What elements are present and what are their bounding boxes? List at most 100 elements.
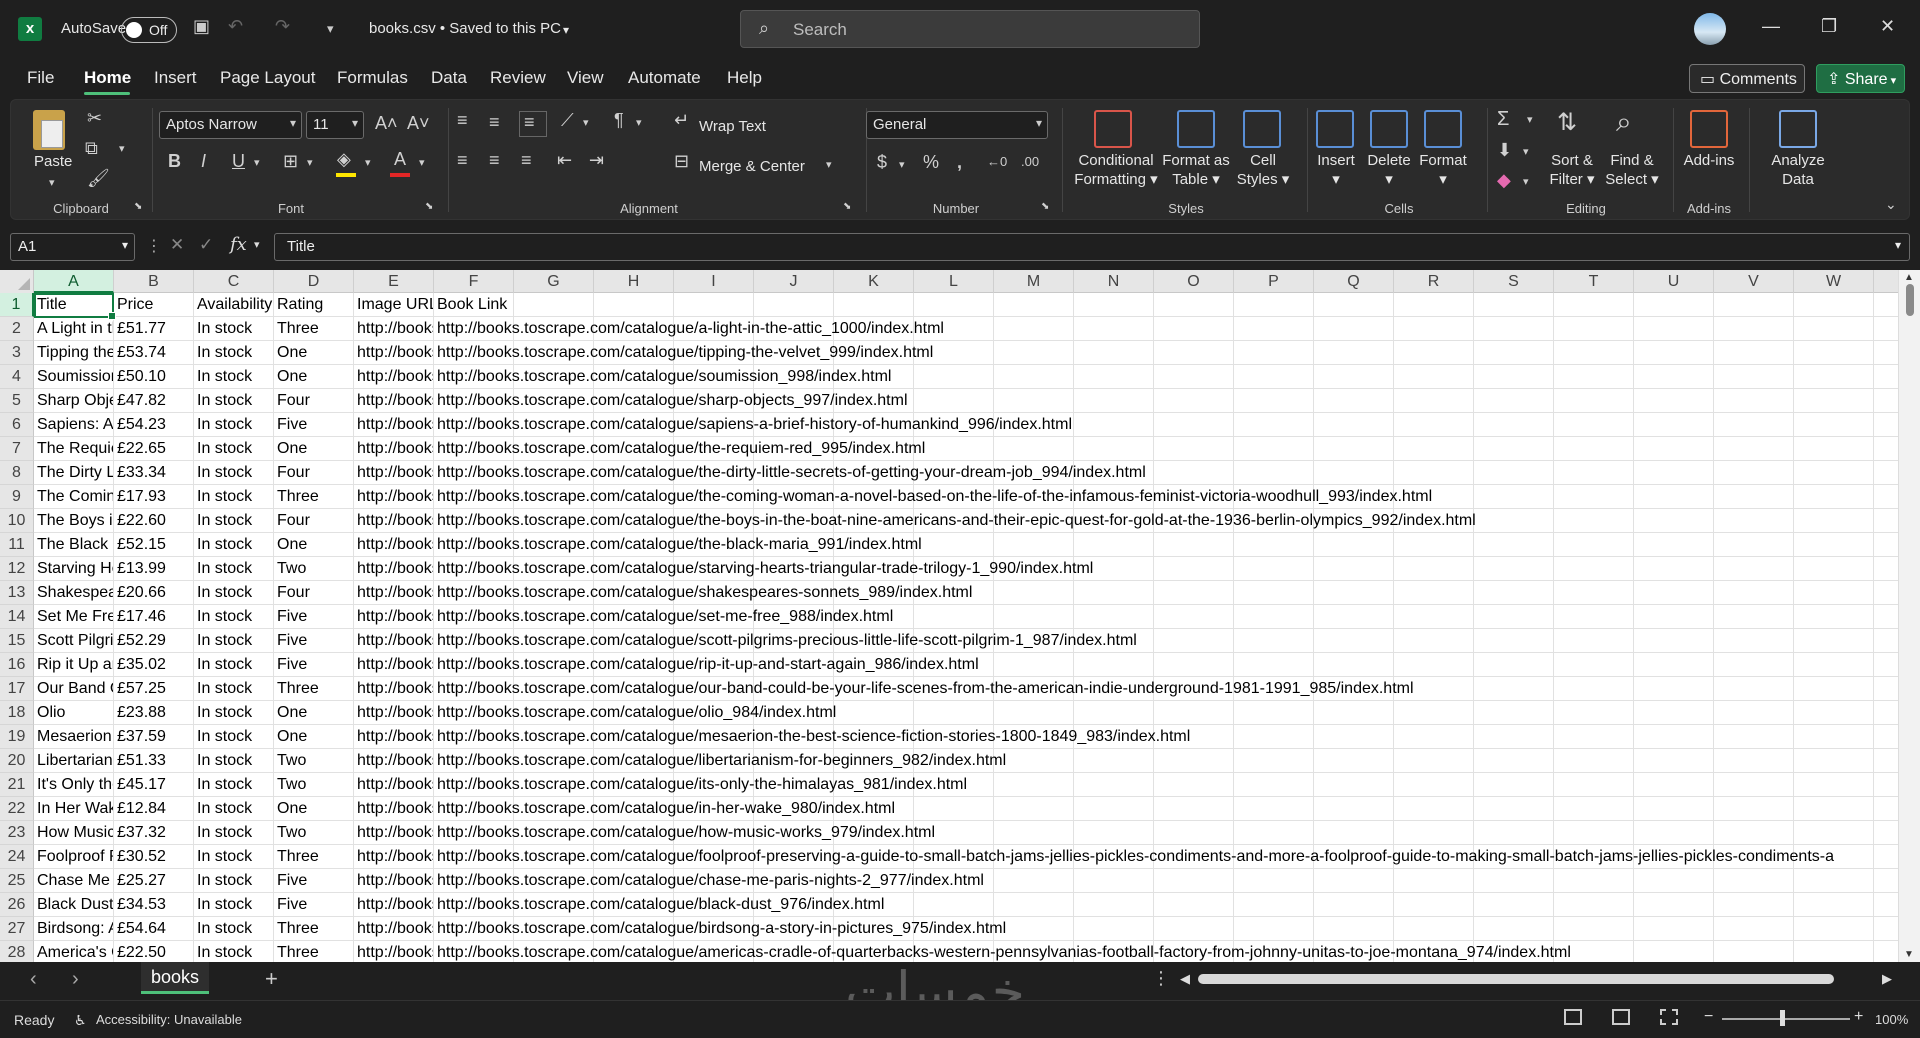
cell-c[interactable]: In stock [194,725,274,749]
sort-filter-icon[interactable]: ⇅ [1557,108,1577,137]
cell-b[interactable]: Price [114,293,194,317]
cell-e[interactable]: http://books.toscrape.com/ [354,869,434,893]
cell-b[interactable]: £20.66 [114,581,194,605]
cell-d[interactable]: Three [274,677,354,701]
cell-b[interactable]: £34.53 [114,893,194,917]
conditional-formatting-button[interactable]: Conditional Formatting ▾ [1066,151,1166,189]
underline-icon[interactable]: U [232,151,245,172]
cell-c[interactable]: In stock [194,509,274,533]
comma-style-icon[interactable]: , [957,152,962,173]
cell-e[interactable]: http://books.toscrape.com/ [354,533,434,557]
page-break-view-icon[interactable] [1660,1009,1678,1025]
cell-c[interactable]: In stock [194,557,274,581]
cell-a[interactable]: How Music Works [34,821,114,845]
cell-f[interactable]: http://books.toscrape.com/catalogue/our-… [434,677,1898,701]
tab-automate[interactable]: Automate [628,68,701,88]
clear-chevron-icon[interactable]: ▾ [1523,175,1529,188]
cell-c[interactable]: In stock [194,773,274,797]
cell-b[interactable]: £35.02 [114,653,194,677]
row-header[interactable]: 11 [0,533,34,557]
cell-f[interactable]: http://books.toscrape.com/catalogue/shak… [434,581,1898,605]
cell-c[interactable]: In stock [194,629,274,653]
row-header[interactable]: 12 [0,557,34,581]
column-header-a[interactable]: A [34,270,114,293]
cell-d[interactable]: Five [274,869,354,893]
italic-icon[interactable]: I [201,151,206,172]
file-title[interactable]: books.csv • Saved to this PC [369,20,561,37]
column-header-r[interactable]: R [1394,270,1474,293]
cell-e[interactable]: http://books.toscrape.com/ [354,461,434,485]
cell-b[interactable]: £17.93 [114,485,194,509]
scroll-right-icon[interactable]: ▶ [1882,971,1892,987]
cell-e[interactable]: http://books.toscrape.com/ [354,749,434,773]
cell-e[interactable]: http://books.toscrape.com/ [354,821,434,845]
cell-a[interactable]: The Coming Woman [34,485,114,509]
percent-icon[interactable]: % [923,152,939,173]
cell-d[interactable]: Five [274,413,354,437]
orientation-icon[interactable]: ⟋ [561,110,574,131]
cell-d[interactable]: Five [274,653,354,677]
format-as-table-button[interactable]: Format as Table ▾ [1161,151,1231,189]
cell-f[interactable]: http://books.toscrape.com/catalogue/sapi… [434,413,1898,437]
page-layout-view-icon[interactable] [1612,1009,1630,1025]
cell-c[interactable]: In stock [194,941,274,962]
cell-b[interactable]: £53.74 [114,341,194,365]
column-header-l[interactable]: L [914,270,994,293]
column-header-u[interactable]: U [1634,270,1714,293]
cell-a[interactable]: The Requiem Red [34,437,114,461]
cell-a[interactable]: Olio [34,701,114,725]
cell-b[interactable]: £33.34 [114,461,194,485]
column-header-c[interactable]: C [194,270,274,293]
normal-view-icon[interactable] [1564,1009,1582,1025]
cell-c[interactable]: In stock [194,917,274,941]
cell-e[interactable]: http://books.toscrape.com/ [354,773,434,797]
cell-d[interactable]: One [274,341,354,365]
cell-styles-button[interactable]: Cell Styles ▾ [1233,151,1293,189]
row-header[interactable]: 10 [0,509,34,533]
cell-a[interactable]: Title [34,293,114,317]
cell-c[interactable]: In stock [194,677,274,701]
cell-a[interactable]: Birdsong: A Story in Pictures [34,917,114,941]
cell-b[interactable]: £52.15 [114,533,194,557]
cell-e[interactable]: http://books.toscrape.com/ [354,485,434,509]
column-header-g[interactable]: G [514,270,594,293]
cell-a[interactable]: Libertarianism for Beginners [34,749,114,773]
cell-e[interactable]: http://books.toscrape.com/ [354,389,434,413]
name-box[interactable]: A1 ▾ [10,233,135,261]
analyze-data-button[interactable]: Analyze Data [1763,151,1833,189]
column-header-n[interactable]: N [1074,270,1154,293]
cell-d[interactable]: Four [274,389,354,413]
borders-icon[interactable]: ⊞ [283,151,298,172]
merge-center-button[interactable]: Merge & Center [699,158,805,175]
delete-cells-icon[interactable] [1370,110,1408,148]
cell-b[interactable]: £30.52 [114,845,194,869]
cell-f[interactable]: http://books.toscrape.com/catalogue/star… [434,557,1898,581]
vertical-scrollbar[interactable]: ▲ ▼ [1898,270,1920,962]
cell-e[interactable]: http://books.toscrape.com/ [354,701,434,725]
currency-chevron-icon[interactable]: ▾ [899,158,905,171]
column-header-h[interactable]: H [594,270,674,293]
comments-button[interactable]: ▭ Comments [1689,64,1805,93]
column-header-e[interactable]: E [354,270,434,293]
fill-chevron-icon[interactable]: ▾ [365,156,371,169]
row-header[interactable]: 20 [0,749,34,773]
cell-a[interactable]: Scott Pilgrim's Precious Little Life [34,629,114,653]
sheet-options-icon[interactable]: ⋮ [1152,968,1170,989]
column-header-t[interactable]: T [1554,270,1634,293]
alignment-launcher-icon[interactable]: ⬊ [843,201,851,212]
column-header-o[interactable]: O [1154,270,1234,293]
delete-cells-button[interactable]: Delete ▾ [1359,151,1419,189]
paste-icon[interactable] [33,110,65,150]
cell-a[interactable]: Sapiens: A Brief History of Humankind [34,413,114,437]
cell-d[interactable]: Three [274,317,354,341]
cell-f[interactable]: http://books.toscrape.com/catalogue/its-… [434,773,1898,797]
more-options-icon[interactable]: ⋮ [146,236,162,256]
horizontal-scrollbar[interactable]: ◀ ▶ [1180,971,1892,987]
increase-decimal-icon[interactable]: ←0 [987,154,1007,169]
cell-e[interactable]: http://books.toscrape.com/ [354,605,434,629]
row-header[interactable]: 26 [0,893,34,917]
column-header-s[interactable]: S [1474,270,1554,293]
text-direction-chevron-icon[interactable]: ▾ [636,116,642,129]
cell-f[interactable]: http://books.toscrape.com/catalogue/fool… [434,845,1898,869]
prev-sheet-icon[interactable]: ‹ [30,968,37,991]
